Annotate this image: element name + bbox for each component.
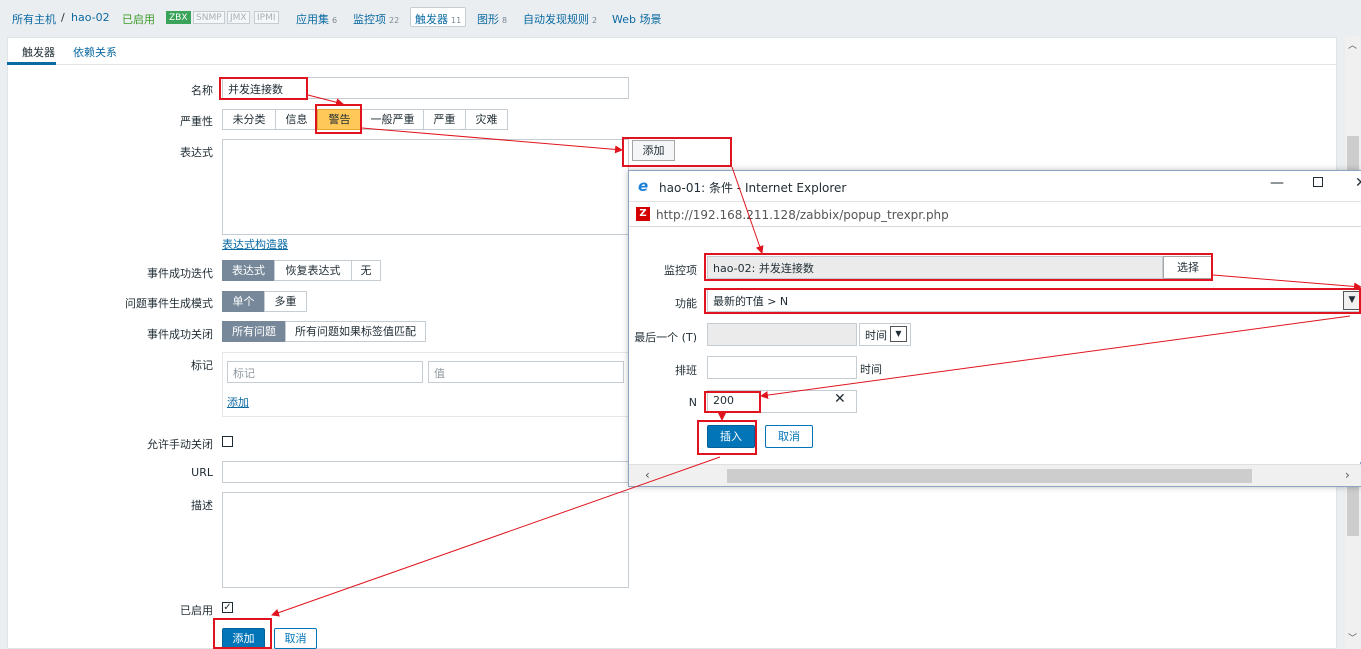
- arrow-severity-to-add: [361, 127, 623, 154]
- arrow-add-to-item: [731, 166, 764, 254]
- arrow-name-to-severity: [307, 94, 344, 107]
- arrow-function-to-n: [760, 315, 1351, 400]
- annotation-arrows: [271, 94, 1361, 617]
- arrow-item-to-function: [1212, 274, 1361, 291]
- arrow-insert-to-submit: [271, 456, 721, 617]
